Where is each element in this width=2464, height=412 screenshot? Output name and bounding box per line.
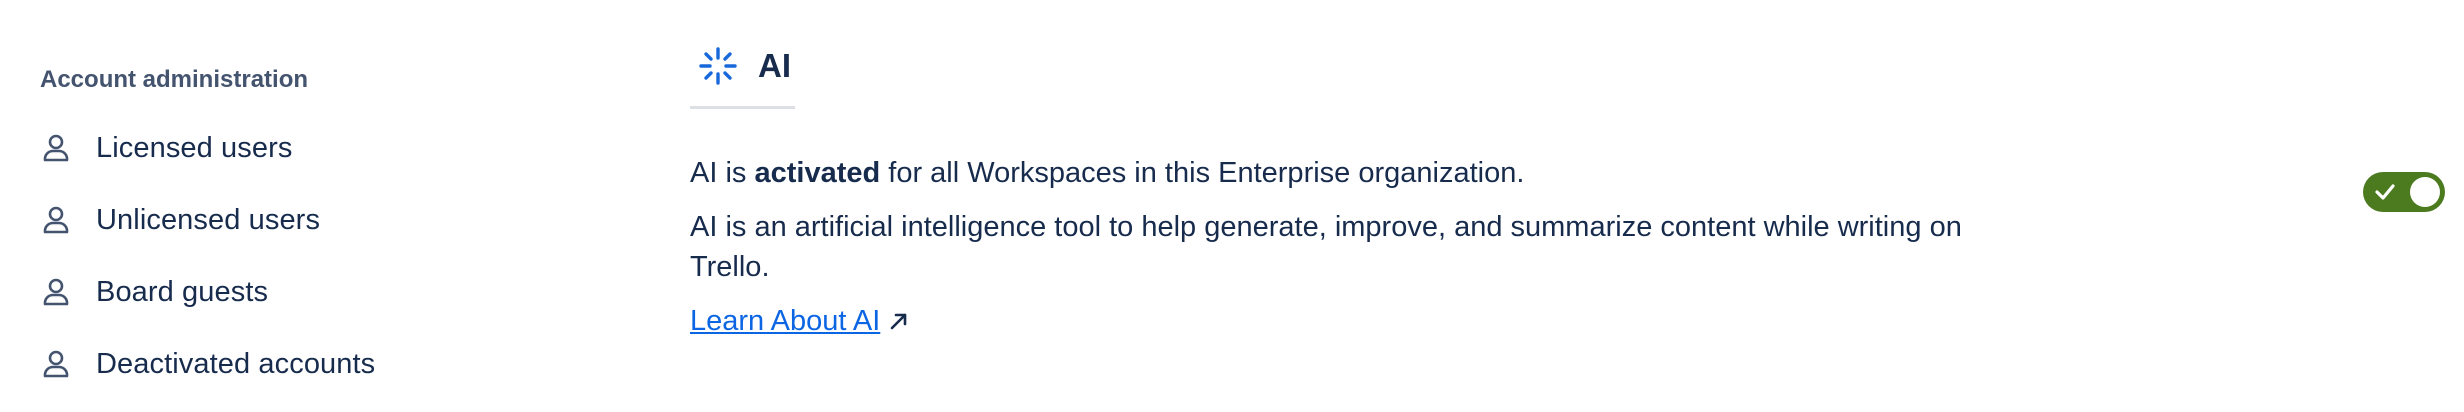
sidebar-heading: Account administration	[40, 66, 309, 93]
status-suffix: for all Workspaces in this Enterprise or…	[880, 157, 1525, 189]
settings-page: Account administration Licensed users Un…	[0, 0, 2464, 412]
sidebar-item-label: Licensed users	[96, 131, 293, 164]
admin-sidebar: Account administration Licensed users Un…	[40, 62, 600, 400]
ai-description: AI is an artificial intelligence tool to…	[690, 211, 1962, 283]
ai-status-text: AI is activated for all Workspaces in th…	[690, 153, 2440, 193]
status-emphasis: activated	[754, 157, 881, 189]
external-link-icon	[888, 310, 910, 332]
person-icon	[40, 204, 72, 236]
status-prefix: AI is	[690, 157, 755, 189]
sidebar-item-unlicensed-users[interactable]: Unlicensed users	[40, 184, 600, 256]
sidebar-item-deactivated-accounts[interactable]: Deactivated accounts	[40, 328, 600, 400]
ai-activation-toggle[interactable]	[2363, 172, 2445, 212]
learn-about-ai-link[interactable]: Learn About AI	[690, 301, 880, 341]
toggle-knob	[2410, 177, 2440, 207]
person-icon	[40, 276, 72, 308]
sidebar-item-label: Unlicensed users	[96, 203, 321, 236]
ai-sparkle-icon	[698, 46, 738, 86]
sidebar-item-label: Deactivated accounts	[96, 347, 376, 380]
check-icon	[2373, 180, 2397, 204]
sidebar-item-label: Board guests	[96, 275, 269, 308]
person-icon	[40, 132, 72, 164]
sidebar-item-board-guests[interactable]: Board guests	[40, 256, 600, 328]
learn-link-row: Learn About AI	[690, 301, 2440, 341]
ai-settings-panel: AI AI is activated for all Workspaces in…	[690, 46, 2440, 341]
page-title: AI	[758, 47, 791, 84]
person-icon	[40, 348, 72, 380]
ai-section-header: AI	[690, 46, 795, 109]
sidebar-item-licensed-users[interactable]: Licensed users	[40, 112, 600, 184]
